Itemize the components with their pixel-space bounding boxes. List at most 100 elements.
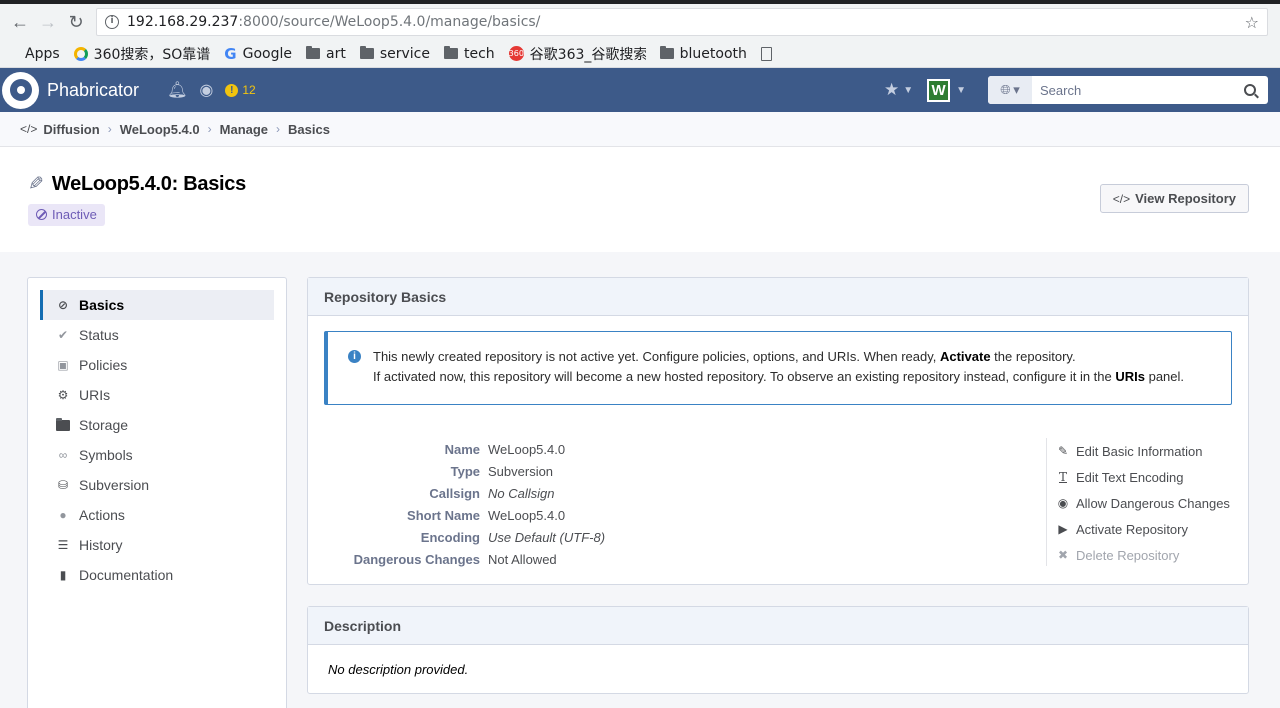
chevron-right-icon: › xyxy=(276,122,281,136)
360-icon: 360 xyxy=(508,46,524,61)
sidenav-item-symbols[interactable]: ∞ Symbols xyxy=(40,440,274,470)
status-label: Inactive xyxy=(52,207,97,222)
app-name[interactable]: Phabricator xyxy=(47,80,139,101)
notice-uris-word: URIs xyxy=(1115,369,1145,384)
bookmark-page[interactable] xyxy=(760,46,772,61)
info-icon[interactable]: i xyxy=(105,15,119,29)
status-badge: Inactive xyxy=(28,204,105,226)
view-repository-button[interactable]: </> View Repository xyxy=(1099,184,1249,213)
sidenav-item-actions[interactable]: ● Actions xyxy=(40,500,274,530)
cogs-icon: ⚙ xyxy=(57,388,69,402)
property-value: No Callsign xyxy=(488,485,555,501)
sidenav-item-label: Documentation xyxy=(79,567,174,583)
crumb-basics[interactable]: Basics xyxy=(288,122,330,137)
sidenav-item-label: Subversion xyxy=(79,477,150,493)
action-label: Edit Basic Information xyxy=(1076,443,1203,459)
code-icon: </> xyxy=(1112,191,1131,206)
play-icon: ▶ xyxy=(1058,522,1068,536)
bookmark-label: 360搜索，SO靠谱 xyxy=(93,46,211,63)
sidenav-item-uris[interactable]: ⚙ URIs xyxy=(40,380,274,410)
property-key: Name xyxy=(444,441,480,457)
apps-grid-icon xyxy=(6,47,19,60)
reload-icon[interactable]: ↻ xyxy=(62,8,90,36)
sidenav-item-storage[interactable]: Storage xyxy=(40,410,274,440)
search-icon[interactable] xyxy=(1244,84,1256,96)
chat-bubbles-icon[interactable]: ◉ xyxy=(199,80,213,100)
sidenav-item-label: Storage xyxy=(79,417,129,433)
chevron-right-icon: › xyxy=(107,122,112,136)
close-icon: ✖ xyxy=(1057,548,1069,562)
description-panel: Description No description provided. xyxy=(307,606,1249,694)
property-value: WeLoop5.4.0 xyxy=(488,441,566,457)
sidenav-item-documentation[interactable]: ▮ Documentation xyxy=(40,560,274,590)
sidenav-item-subversion[interactable]: ⛁ Subversion xyxy=(40,470,274,500)
bookmark-label: art xyxy=(325,45,346,62)
search-scope-globe-icon[interactable]: 🌐︎ ▾ xyxy=(988,76,1032,104)
bookmark-folder-tech[interactable]: tech xyxy=(443,46,495,62)
property-row-callsign: Callsign No Callsign xyxy=(324,482,605,504)
search-input[interactable] xyxy=(1032,82,1244,98)
list-icon: ☰ xyxy=(57,538,69,552)
forward-arrow-icon[interactable]: → xyxy=(34,8,62,36)
activate-repository-action[interactable]: ▶ Activate Repository xyxy=(1057,516,1230,542)
manage-sidenav: ⊘ Basics ✔ Status ▣ Policies ⚙ URIs Stor… xyxy=(27,277,287,708)
property-key: Dangerous Changes xyxy=(353,551,480,567)
bookmark-360-search[interactable]: 360 谷歌363_谷歌搜索 xyxy=(508,44,646,64)
bookmark-360[interactable]: 360搜索，SO靠谱 xyxy=(73,44,211,64)
property-list: Name WeLoop5.4.0 Type Subversion Callsig… xyxy=(324,438,605,570)
address-bar[interactable]: i 192.168.29.237:8000/source/WeLoop5.4.0… xyxy=(96,8,1268,36)
code-icon: </> xyxy=(20,122,38,136)
edit-text-encoding-action[interactable]: T Edit Text Encoding xyxy=(1057,464,1230,490)
chevron-down-icon[interactable]: ▼ xyxy=(956,85,966,96)
sidenav-item-status[interactable]: ✔ Status xyxy=(40,320,274,350)
folder-icon xyxy=(443,46,458,59)
user-avatar[interactable]: W xyxy=(927,78,951,102)
bookmark-apps[interactable]: Apps xyxy=(6,46,60,62)
sidenav-item-label: URIs xyxy=(79,387,111,403)
phabricator-logo-icon[interactable] xyxy=(2,71,39,109)
back-arrow-icon[interactable]: ← xyxy=(6,8,34,36)
crumb-diffusion[interactable]: Diffusion xyxy=(43,122,99,137)
action-label: Activate Repository xyxy=(1076,521,1188,537)
pencil-icon: ✎ xyxy=(28,174,44,195)
property-row-type: Type Subversion xyxy=(324,460,605,482)
alert-icon[interactable]: ! xyxy=(225,83,239,97)
bookmark-folder-bluetooth[interactable]: bluetooth xyxy=(659,46,747,62)
bell-icon[interactable]: 🔔︎ xyxy=(167,80,187,100)
notice-activate-word: Activate xyxy=(939,349,991,364)
search-box: 🌐︎ ▾ xyxy=(988,76,1268,104)
bullseye-icon: ◉ xyxy=(1057,496,1069,510)
bookmark-star-icon[interactable]: ☆ xyxy=(1245,13,1259,32)
main-content: ⊘ Basics ✔ Status ▣ Policies ⚙ URIs Stor… xyxy=(0,252,1280,708)
panel-heading: Description xyxy=(308,607,1248,645)
sidenav-item-basics[interactable]: ⊘ Basics xyxy=(40,290,274,320)
bookmark-folder-art[interactable]: art xyxy=(305,45,346,62)
allow-dangerous-changes-action[interactable]: ◉ Allow Dangerous Changes xyxy=(1057,490,1230,516)
text-cursor-icon: T xyxy=(1058,470,1067,484)
link-icon: ∞ xyxy=(58,448,68,462)
favorites-star-icon[interactable]: ★ xyxy=(884,80,899,100)
chevron-down-icon[interactable]: ▼ xyxy=(903,85,913,96)
bookmark-google[interactable]: G Google xyxy=(224,45,292,63)
check-icon: ✔ xyxy=(57,328,69,342)
sidenav-item-history[interactable]: ☰ History xyxy=(40,530,274,560)
folder-icon xyxy=(56,417,70,431)
property-row-dangerous-changes: Dangerous Changes Not Allowed xyxy=(324,548,605,570)
browser-toolbar: ← → ↻ i 192.168.29.237:8000/source/WeLoo… xyxy=(0,4,1280,40)
action-label: Delete Repository xyxy=(1076,547,1180,563)
property-value: Not Allowed xyxy=(488,551,557,567)
edit-basic-information-action[interactable]: ✎ Edit Basic Information xyxy=(1057,438,1230,464)
alert-count[interactable]: 12 xyxy=(242,83,255,97)
delete-repository-action[interactable]: ✖ Delete Repository xyxy=(1057,542,1230,568)
crumb-manage[interactable]: Manage xyxy=(220,122,268,137)
sidenav-item-policies[interactable]: ▣ Policies xyxy=(40,350,274,380)
sidenav-item-label: Actions xyxy=(79,507,125,523)
pencil-icon: ✎ xyxy=(1057,444,1069,458)
book-icon: ▮ xyxy=(59,568,67,582)
property-row-encoding: Encoding Use Default (UTF-8) xyxy=(324,526,605,548)
bookmark-folder-service[interactable]: service xyxy=(359,46,430,62)
bookmark-label: Apps xyxy=(25,45,60,62)
description-text: No description provided. xyxy=(328,662,469,677)
crumb-repository[interactable]: WeLoop5.4.0 xyxy=(120,122,200,137)
property-row-short-name: Short Name WeLoop5.4.0 xyxy=(324,504,605,526)
